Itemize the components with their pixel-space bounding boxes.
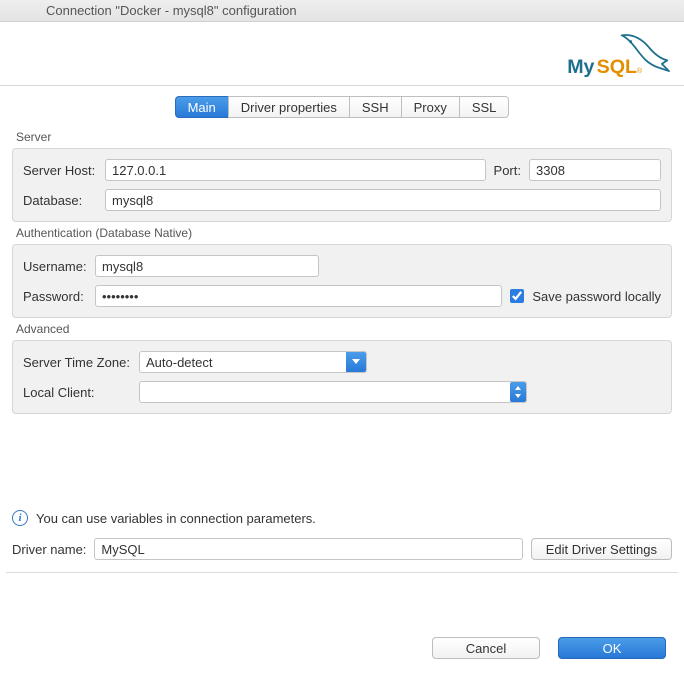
updown-icon [510,382,526,402]
server-host-input[interactable] [105,159,486,181]
port-label: Port: [494,163,521,178]
auth-group: Username: Password: Save password locall… [12,244,672,318]
database-label: Database: [23,193,97,208]
tab-bar: Main Driver properties SSH Proxy SSL [6,96,678,118]
info-text: You can use variables in connection para… [36,511,316,526]
driver-name-label: Driver name: [12,542,86,557]
section-advanced-label: Advanced [6,318,678,340]
svg-text:My: My [567,56,594,78]
save-password-checkbox[interactable] [510,289,524,303]
info-row: i You can use variables in connection pa… [6,504,678,532]
port-input[interactable] [529,159,661,181]
dialog-footer: Cancel OK [432,637,666,659]
server-group: Server Host: Port: Database: [12,148,672,222]
username-input[interactable] [95,255,319,277]
local-client-value[interactable] [139,381,527,403]
tab-ssh[interactable]: SSH [349,96,402,118]
svg-text:SQL: SQL [597,56,637,78]
section-server-label: Server [6,126,678,148]
svg-text:®: ® [637,67,643,75]
password-label: Password: [23,289,87,304]
tab-proxy[interactable]: Proxy [401,96,460,118]
advanced-group: Server Time Zone: Local Client: [12,340,672,414]
server-host-label: Server Host: [23,163,97,178]
chevron-down-icon [346,352,366,372]
local-client-select[interactable] [139,381,527,403]
window-titlebar: Connection "Docker - mysql8" configurati… [0,0,684,22]
database-input[interactable] [105,189,661,211]
username-label: Username: [23,259,87,274]
timezone-select[interactable] [139,351,367,373]
tab-ssl[interactable]: SSL [459,96,510,118]
timezone-value[interactable] [139,351,367,373]
section-auth-label: Authentication (Database Native) [6,222,678,244]
tab-driver-properties[interactable]: Driver properties [228,96,350,118]
mysql-logo-icon: My SQL ® [564,30,674,80]
cancel-button[interactable]: Cancel [432,637,540,659]
logo-area: My SQL ® [0,22,684,86]
window-title: Connection "Docker - mysql8" configurati… [46,3,297,18]
timezone-label: Server Time Zone: [23,355,131,370]
driver-name-input[interactable] [94,538,522,560]
ok-button[interactable]: OK [558,637,666,659]
driver-row: Driver name: Edit Driver Settings [6,532,678,573]
info-icon: i [12,510,28,526]
edit-driver-settings-button[interactable]: Edit Driver Settings [531,538,672,560]
tab-main[interactable]: Main [175,96,229,118]
save-password-label: Save password locally [532,289,661,304]
password-input[interactable] [95,285,502,307]
local-client-label: Local Client: [23,385,131,400]
